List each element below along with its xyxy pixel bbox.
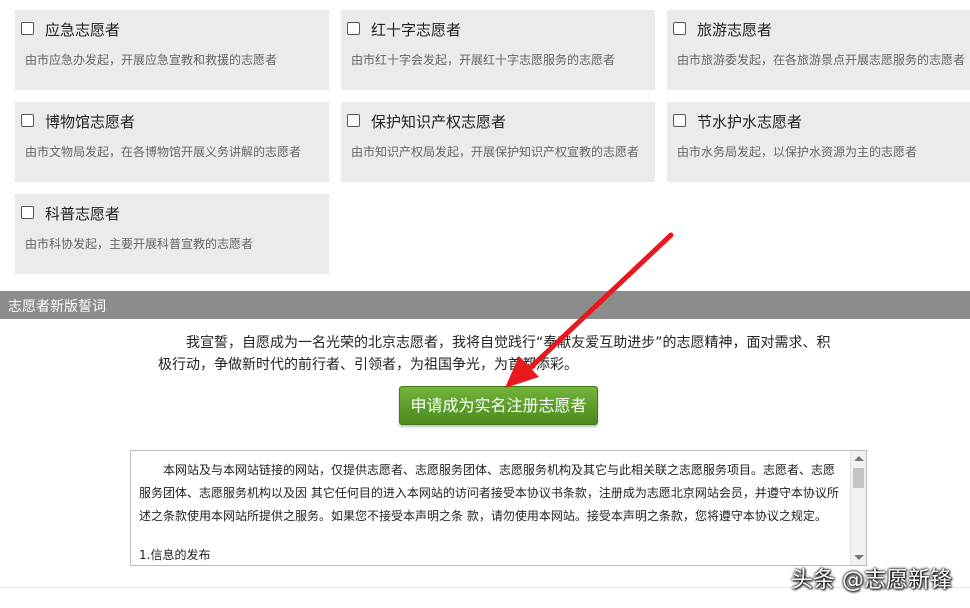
- card-title: 旅游志愿者: [697, 21, 773, 39]
- card-description: 由市水务局发起，以保护水资源为主的志愿者: [677, 145, 918, 159]
- card-description: 由市应急办发起，开展应急宣教和救援的志愿者: [25, 53, 278, 67]
- scroll-down-icon[interactable]: [854, 555, 864, 560]
- pledge-text: 我宣誓，自愿成为一名光荣的北京志愿者，我将自觉践行“奉献友爱互助进步”的志愿精神…: [158, 335, 831, 373]
- card-description: 由市文物局发起，在各博物馆开展义务讲解的志愿者: [25, 145, 302, 159]
- apply-registered-volunteer-button[interactable]: 申请成为实名注册志愿者: [399, 386, 598, 425]
- pledge-header-label: 志愿者新版誓词: [8, 299, 106, 315]
- watermark: 头条 @志愿新锋: [791, 568, 952, 593]
- volunteer-card-emergency[interactable]: 应急志愿者 由市应急办发起，开展应急宣教和救援的志愿者: [15, 10, 329, 90]
- terms-content: 本网站及与本网站链接的网站，仅提供志愿者、志愿服务团体、志愿服务机构及其它与此相…: [139, 459, 845, 565]
- volunteer-card-ip-protection[interactable]: 保护知识产权志愿者 由市知识产权局发起，开展保护知识产权宣教的志愿者: [341, 102, 655, 182]
- checkbox-icon[interactable]: [673, 22, 686, 35]
- volunteer-card-red-cross[interactable]: 红十字志愿者 由市红十字会发起，开展红十字志愿服务的志愿者: [341, 10, 655, 90]
- checkbox-icon[interactable]: [21, 114, 34, 127]
- checkbox-icon[interactable]: [673, 114, 686, 127]
- checkbox-icon[interactable]: [21, 206, 34, 219]
- terms-section-heading: 1.信息的发布: [139, 548, 211, 562]
- card-title: 科普志愿者: [45, 205, 121, 223]
- card-title: 节水护水志愿者: [697, 113, 803, 131]
- scroll-up-icon[interactable]: [854, 456, 864, 461]
- card-description: 由市旅游委发起，在各旅游景点开展志愿服务的志愿者: [677, 53, 966, 67]
- terms-agreement-box[interactable]: 本网站及与本网站链接的网站，仅提供志愿者、志愿服务团体、志愿服务机构及其它与此相…: [130, 450, 867, 566]
- card-description: 由市知识产权局发起，开展保护知识产权宣教的志愿者: [351, 145, 640, 159]
- card-title: 保护知识产权志愿者: [371, 113, 507, 131]
- card-description: 由市红十字会发起，开展红十字志愿服务的志愿者: [351, 53, 616, 67]
- terms-paragraph: 本网站及与本网站链接的网站，仅提供志愿者、志愿服务团体、志愿服务机构及其它与此相…: [139, 463, 839, 523]
- volunteer-card-science[interactable]: 科普志愿者 由市科协发起，主要开展科普宣教的志愿者: [15, 194, 329, 274]
- pledge-section-header: 志愿者新版誓词: [0, 291, 970, 319]
- card-title: 博物馆志愿者: [45, 113, 136, 131]
- checkbox-icon[interactable]: [347, 22, 360, 35]
- checkbox-icon[interactable]: [347, 114, 360, 127]
- card-title: 红十字志愿者: [371, 21, 462, 39]
- volunteer-card-tourism[interactable]: 旅游志愿者 由市旅游委发起，在各旅游景点开展志愿服务的志愿者: [667, 10, 970, 90]
- card-title: 应急志愿者: [45, 21, 121, 39]
- scroll-thumb[interactable]: [853, 468, 864, 488]
- volunteer-card-water-saving[interactable]: 节水护水志愿者 由市水务局发起，以保护水资源为主的志愿者: [667, 102, 970, 182]
- volunteer-card-museum[interactable]: 博物馆志愿者 由市文物局发起，在各博物馆开展义务讲解的志愿者: [15, 102, 329, 182]
- card-description: 由市科协发起，主要开展科普宣教的志愿者: [25, 237, 254, 251]
- checkbox-icon[interactable]: [21, 22, 34, 35]
- terms-scrollbar[interactable]: [850, 451, 866, 565]
